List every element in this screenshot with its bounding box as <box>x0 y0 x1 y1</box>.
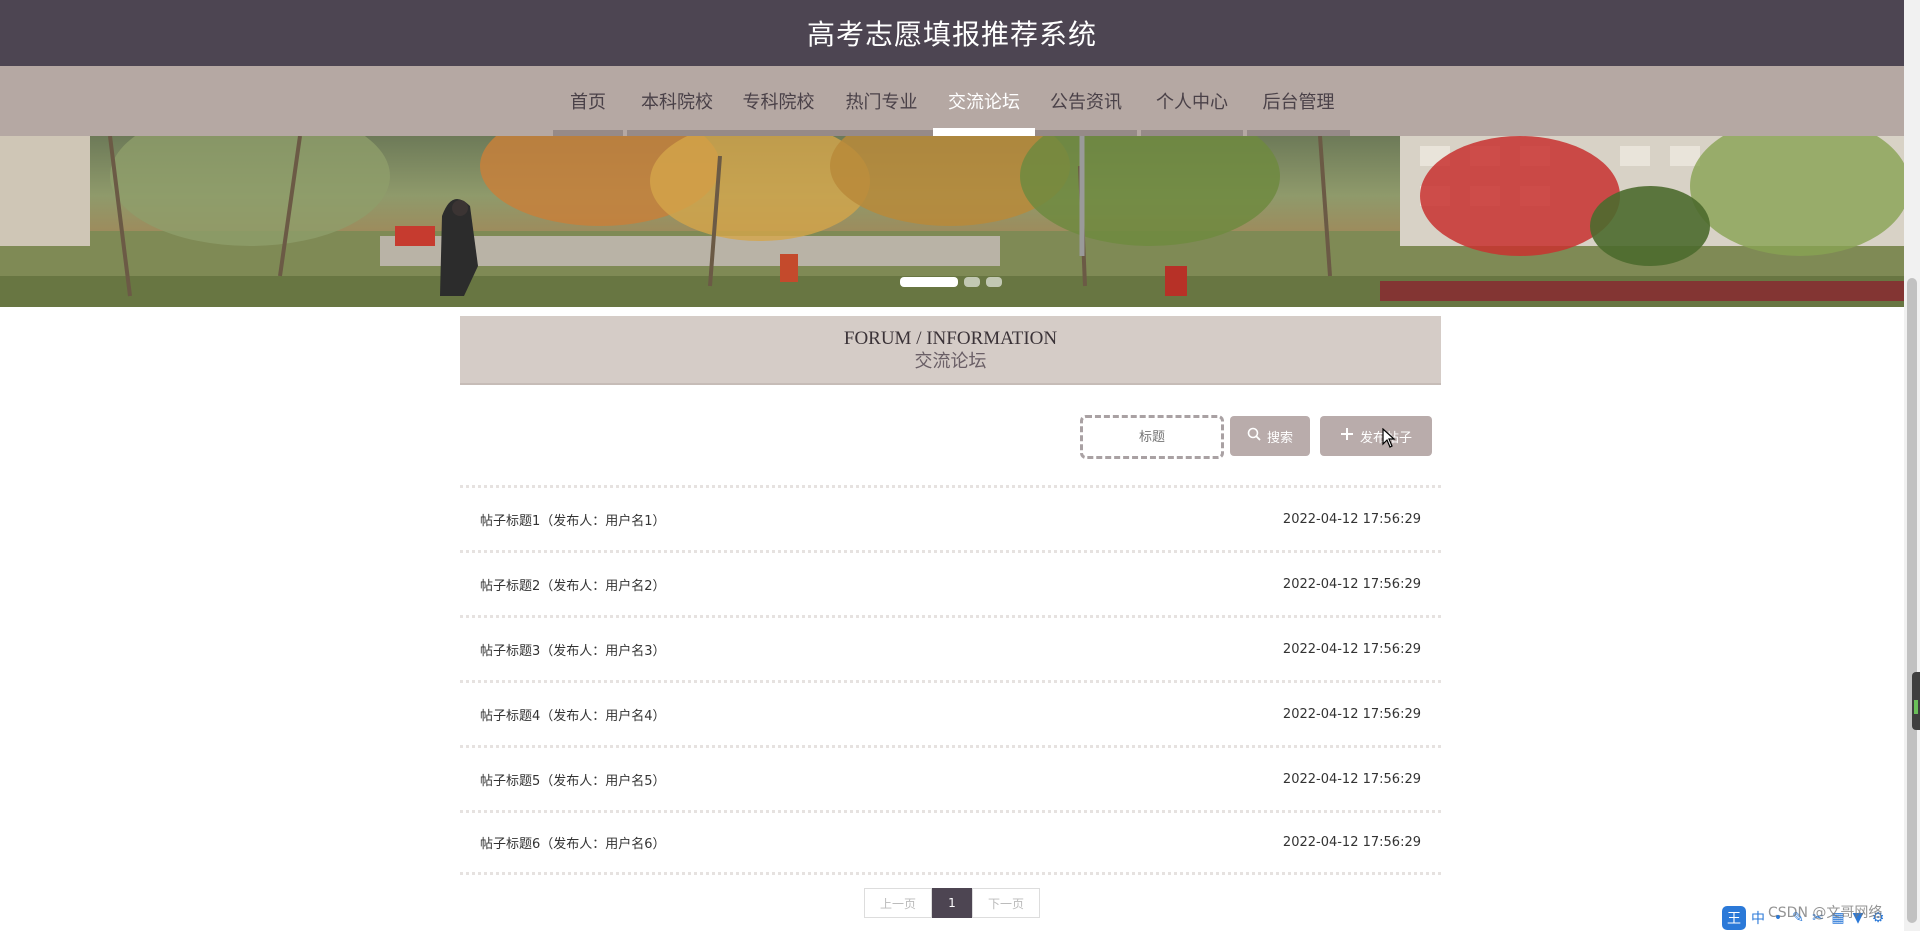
nav-item-profile[interactable]: 个人中心 <box>1141 66 1243 136</box>
post-time: 2022-04-12 17:56:29 <box>1282 706 1421 722</box>
nav-label: 交流论坛 <box>948 92 1020 113</box>
search-icon <box>1247 427 1261 445</box>
main-nav: 首页 本科院校 专科院校 热门专业 交流论坛 公告资讯 个人中心 后台管理 <box>0 66 1904 136</box>
search-input[interactable] <box>1080 415 1224 459</box>
post-title: 帖子标题6（发布人：用户名6） <box>480 837 666 852</box>
carousel-dot[interactable] <box>986 277 1002 287</box>
post-title: 帖子标题5（发布人：用户名5） <box>480 773 666 789</box>
nav-label: 公告资讯 <box>1050 92 1122 113</box>
side-panel-handle[interactable] <box>1912 672 1920 730</box>
list-item[interactable]: 帖子标题3（发布人：用户名3） 2022-04-12 17:56:29 <box>460 615 1441 680</box>
post-title: 帖子标题2（发布人：用户名2） <box>480 578 666 594</box>
title-bar: 高考志愿填报推荐系统 <box>0 0 1904 66</box>
mouse-cursor-icon <box>1382 427 1396 452</box>
nav-label: 个人中心 <box>1156 92 1228 113</box>
site-title: 高考志愿填报推荐系统 <box>806 18 1097 51</box>
post-time: 2022-04-12 17:56:29 <box>1282 641 1421 657</box>
watermark: CSDN @文哥网络 <box>1768 905 1883 921</box>
pagination: 上一页 1 下一页 <box>864 888 1040 918</box>
carousel-dots <box>900 277 1002 287</box>
page-number-button[interactable]: 1 <box>932 888 972 918</box>
nav-label: 专科院校 <box>742 92 815 113</box>
nav-underline <box>933 128 1035 136</box>
search-button[interactable]: 搜索 <box>1230 416 1310 456</box>
post-time: 2022-04-12 17:56:29 <box>1282 835 1421 850</box>
post-title: 帖子标题3（发布人：用户名3） <box>480 643 666 659</box>
nav-item-home[interactable]: 首页 <box>553 66 623 136</box>
ime-logo-icon[interactable]: 王 <box>1722 906 1746 930</box>
post-time: 2022-04-12 17:56:29 <box>1282 771 1421 787</box>
post-time: 2022-04-12 17:56:29 <box>1282 511 1421 527</box>
page: 高考志愿填报推荐系统 首页 本科院校 专科院校 热门专业 交流论坛 公告资讯 个… <box>0 0 1920 931</box>
nav-item-forum[interactable]: 交流论坛 <box>933 66 1035 136</box>
nav-item-news[interactable]: 公告资讯 <box>1035 66 1137 136</box>
carousel-dot[interactable] <box>964 277 980 287</box>
section-title-zh: 交流论坛 <box>914 350 987 371</box>
next-page-button[interactable]: 下一页 <box>972 888 1040 918</box>
nav-item-admin[interactable]: 后台管理 <box>1247 66 1350 136</box>
new-post-button[interactable]: 发布帖子 <box>1320 416 1432 456</box>
nav-label: 后台管理 <box>1262 92 1335 113</box>
nav-label: 首页 <box>570 92 606 113</box>
page-scrollbar[interactable] <box>1904 0 1920 931</box>
post-time: 2022-04-12 17:56:29 <box>1282 576 1421 592</box>
nav-item-college[interactable]: 专科院校 <box>727 66 830 136</box>
list-item[interactable]: 帖子标题2（发布人：用户名2） 2022-04-12 17:56:29 <box>460 550 1441 615</box>
nav-label: 本科院校 <box>641 92 713 113</box>
banner-carousel[interactable] <box>0 136 1904 307</box>
nav-label: 热门专业 <box>845 92 918 113</box>
carousel-dot[interactable] <box>900 277 958 287</box>
plus-icon <box>1340 427 1354 445</box>
prev-page-button[interactable]: 上一页 <box>864 888 932 918</box>
scrollbar-thumb[interactable] <box>1907 278 1917 923</box>
section-title-en: FORUM / INFORMATION <box>843 327 1058 349</box>
list-item[interactable]: 帖子标题5（发布人：用户名5） 2022-04-12 17:56:29 <box>460 745 1441 810</box>
section-header: FORUM / INFORMATION 交流论坛 <box>460 316 1441 385</box>
post-title: 帖子标题4（发布人：用户名4） <box>480 708 666 724</box>
post-list: 帖子标题1（发布人：用户名1） 2022-04-12 17:56:29 帖子标题… <box>460 485 1441 875</box>
ime-language-indicator[interactable]: 中 <box>1750 910 1766 927</box>
post-title: 帖子标题1（发布人：用户名1） <box>480 513 666 529</box>
nav-item-undergrad[interactable]: 本科院校 <box>627 66 727 136</box>
nav-item-majors[interactable]: 热门专业 <box>830 66 933 136</box>
list-item[interactable]: 帖子标题6（发布人：用户名6） 2022-04-12 17:56:29 <box>460 810 1441 875</box>
search-button-label: 搜索 <box>1266 430 1293 446</box>
list-item[interactable]: 帖子标题1（发布人：用户名1） 2022-04-12 17:56:29 <box>460 485 1441 550</box>
list-item[interactable]: 帖子标题4（发布人：用户名4） 2022-04-12 17:56:29 <box>460 680 1441 745</box>
